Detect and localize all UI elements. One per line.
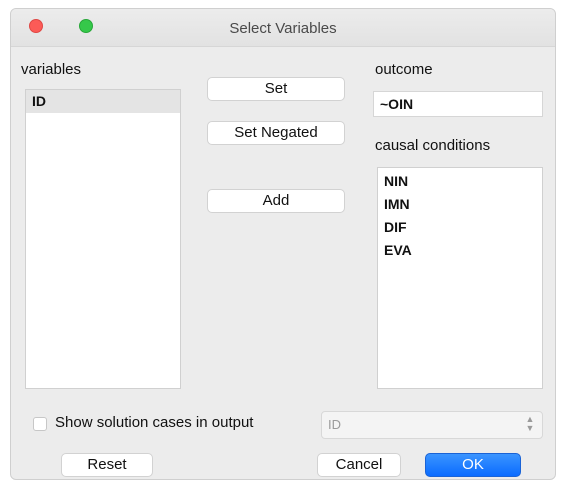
causal-conditions-list[interactable]: NIN IMN DIF EVA [377,167,543,389]
causal-condition-item[interactable]: EVA [378,239,542,262]
set-button[interactable]: Set [207,77,345,101]
window-title: Select Variables [229,20,337,37]
causal-condition-item[interactable]: DIF [378,216,542,239]
background-bottom [0,480,566,494]
background-strip [0,0,566,8]
causal-condition-item[interactable]: IMN [378,193,542,216]
variables-list[interactable]: ID [25,89,181,389]
reset-button[interactable]: Reset [61,453,153,477]
causal-conditions-label: causal conditions [375,137,491,154]
variables-label: variables [21,61,82,78]
solution-cases-select-value: ID [328,417,341,432]
outcome-field[interactable]: ~OIN [373,91,543,117]
causal-condition-item[interactable]: NIN [378,170,542,193]
solution-cases-select[interactable]: ID ▲ ▼ [321,411,543,439]
variables-list-item[interactable]: ID [26,90,180,113]
set-negated-button[interactable]: Set Negated [207,121,345,145]
cancel-button[interactable]: Cancel [317,453,401,477]
add-button[interactable]: Add [207,189,345,213]
select-variables-dialog: Select Variables variables ID Set Set Ne… [10,8,556,480]
outcome-label: outcome [375,61,433,78]
title-bar: Select Variables [11,9,555,47]
ok-button[interactable]: OK [425,453,521,477]
stepper-icon: ▲ ▼ [525,414,535,433]
show-solution-cases-label: Show solution cases in output [55,414,254,431]
show-solution-cases-checkbox[interactable] [33,417,47,431]
